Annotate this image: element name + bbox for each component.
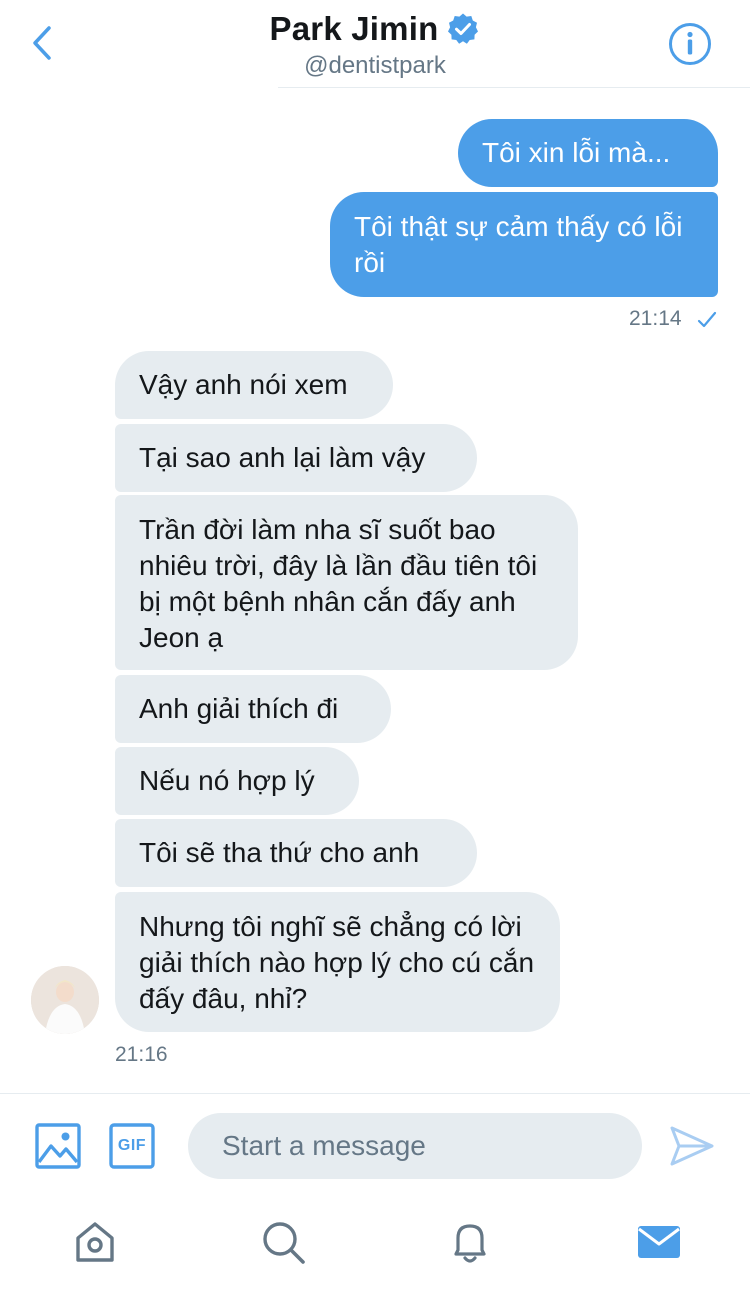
messages-mail-icon: [638, 1226, 680, 1258]
avatar-image: [31, 966, 99, 1034]
info-icon: [669, 23, 711, 65]
bottom-tab-bar: [0, 1198, 750, 1294]
incoming-message[interactable]: Trần đời làm nha sĩ suốt bao nhiêu trời,…: [115, 495, 578, 670]
incoming-message[interactable]: Nhưng tôi nghĩ sẽ chẳng có lời giải thíc…: [115, 892, 560, 1032]
message-input[interactable]: [188, 1113, 642, 1179]
incoming-message[interactable]: Tại sao anh lại làm vậy: [115, 424, 477, 492]
notifications-bell-icon: [454, 1224, 486, 1263]
sent-check-icon: [697, 311, 717, 328]
incoming-message[interactable]: Vậy anh nói xem: [115, 351, 393, 419]
tab-messages[interactable]: [635, 1218, 683, 1266]
incoming-message[interactable]: Tôi sẽ tha thứ cho anh: [115, 819, 477, 887]
conversation-header: Park Jimin @dentistpark: [0, 0, 750, 88]
contact-handle: @dentistpark: [304, 52, 446, 79]
contact-name: Park Jimin: [269, 10, 439, 47]
tab-home[interactable]: [71, 1218, 119, 1266]
header-divider: [278, 87, 750, 88]
contact-avatar[interactable]: [31, 966, 99, 1034]
image-icon: [35, 1123, 81, 1169]
outgoing-timestamp: 21:14: [629, 307, 682, 330]
verified-badge-icon: [448, 13, 479, 44]
add-media-button[interactable]: [34, 1122, 82, 1170]
composer-divider: [0, 1093, 750, 1094]
outgoing-message[interactable]: Tôi thật sự cảm thấy có lỗi rồi: [330, 192, 718, 297]
tab-notifications[interactable]: [446, 1218, 494, 1266]
send-button[interactable]: [668, 1122, 716, 1170]
add-gif-button[interactable]: GIF: [108, 1122, 156, 1170]
tab-search[interactable]: [259, 1218, 307, 1266]
outgoing-message[interactable]: Tôi xin lỗi mà...: [458, 119, 718, 187]
gif-label: GIF: [117, 1137, 147, 1154]
incoming-message[interactable]: Nếu nó hợp lý: [115, 747, 359, 815]
send-icon: [670, 1126, 714, 1166]
search-icon: [263, 1222, 305, 1264]
conversation-title: Park Jimin @dentistpark: [0, 10, 750, 80]
home-icon: [76, 1222, 114, 1262]
conversation-info-button[interactable]: [668, 22, 712, 66]
incoming-timestamp: 21:16: [115, 1043, 168, 1066]
dm-conversation-screen: Park Jimin @dentistpark Tôi xin lỗi mà..…: [0, 0, 750, 1294]
incoming-message[interactable]: Anh giải thích đi: [115, 675, 391, 743]
